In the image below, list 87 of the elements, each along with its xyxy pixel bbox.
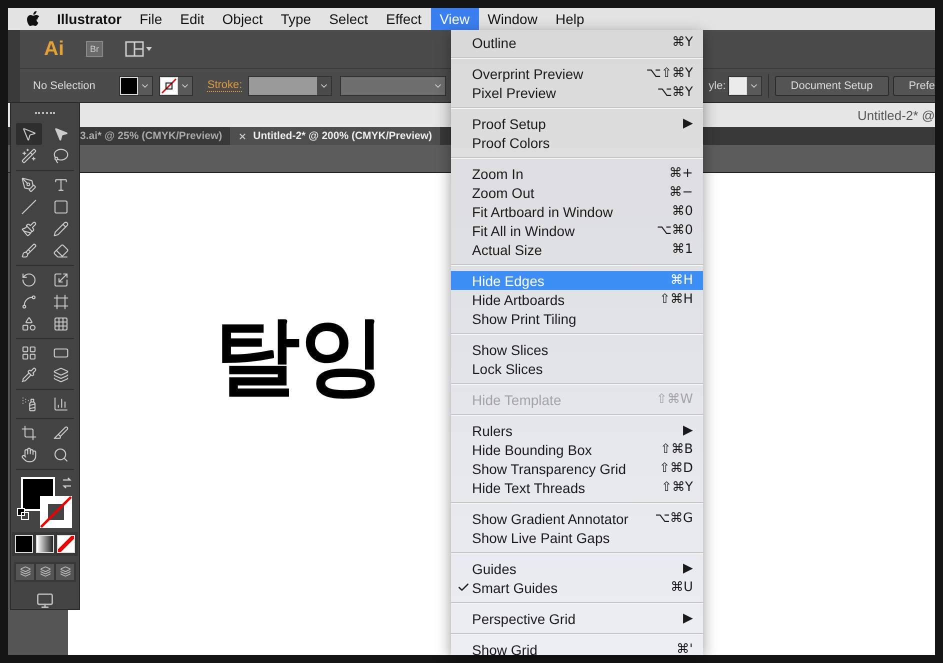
draw-inside-button[interactable]	[56, 564, 74, 580]
menu-item[interactable]: Show Transparency Grid ⇧⌘D	[451, 459, 703, 478]
slice-icon[interactable]	[53, 424, 69, 441]
menu-item[interactable]: Show Print Tiling	[451, 309, 703, 328]
color-mode-button[interactable]	[15, 534, 33, 553]
warp-icon[interactable]	[21, 294, 37, 310]
variable-width-field[interactable]	[340, 76, 446, 96]
menu-item[interactable]: Hide Bounding Box ⇧⌘B	[451, 440, 703, 459]
menu-bar-item[interactable]: View	[430, 8, 479, 30]
style-label: yle:	[708, 80, 726, 92]
menu-item[interactable]: Smart Guides ⌘U	[451, 578, 703, 597]
control-bar-button[interactable]: Prefe	[892, 76, 935, 96]
eyedropper-icon[interactable]	[21, 366, 37, 383]
menu-item[interactable]: Proof Setup ▶	[451, 114, 703, 133]
menu-item[interactable]: Fit All in Window ⌥⌘0	[451, 221, 703, 240]
menu-item[interactable]: Fit Artboard in Window ⌘0	[451, 202, 703, 221]
style-swatch[interactable]	[728, 76, 762, 96]
stroke-swatch[interactable]	[159, 76, 194, 96]
canvas-text: 탈잉	[214, 313, 386, 399]
pen-icon[interactable]	[21, 176, 37, 193]
menu-item[interactable]: Overprint Preview ⌥⇧⌘Y	[451, 64, 703, 83]
menu-item[interactable]: Proof Colors	[451, 133, 703, 152]
zoom-icon[interactable]	[53, 446, 69, 463]
document-title: Untitled-2* @	[857, 108, 935, 122]
stroke-color-swatch[interactable]	[39, 494, 73, 529]
hand-icon[interactable]	[21, 446, 37, 463]
paintbrush-icon[interactable]	[21, 220, 37, 237]
menu-item[interactable]: Rulers ▶	[451, 421, 703, 440]
menu-item[interactable]: Outline ⌘Y	[451, 33, 703, 52]
chart-icon[interactable]	[53, 396, 69, 412]
default-colors-icon[interactable]	[17, 508, 29, 520]
line-icon[interactable]	[21, 198, 37, 215]
rectangle-icon[interactable]	[53, 198, 69, 215]
scale-icon[interactable]	[53, 272, 69, 288]
menu-item[interactable]: Perspective Grid ▶	[451, 609, 703, 628]
menu-item[interactable]: Zoom In ⌘+	[451, 164, 703, 183]
artboard-icon[interactable]	[21, 424, 37, 441]
menu-item[interactable]: Pixel Preview ⌥⌘Y	[451, 83, 703, 102]
gradient-mode-button[interactable]	[36, 534, 54, 553]
eraser-icon[interactable]	[53, 242, 69, 259]
menu-item[interactable]: Guides ▶	[451, 559, 703, 578]
menu-bar-item[interactable]: Type	[272, 8, 320, 30]
menu-item[interactable]: Hide Artboards ⇧⌘H	[451, 290, 703, 309]
menu-item[interactable]: Show Gradient Annotator ⌥⌘G	[451, 509, 703, 528]
menu-item[interactable]: Hide Text Threads ⇧⌘Y	[451, 478, 703, 497]
menu-item[interactable]: Actual Size ⌘1	[451, 240, 703, 259]
control-bar-button[interactable]: Document Setup	[774, 76, 889, 96]
menu-bar-item[interactable]: Edit	[171, 8, 214, 30]
menu-item[interactable]: Zoom Out ⌘−	[451, 183, 703, 202]
menu-bar-item[interactable]: Object	[213, 8, 272, 30]
free-transform-icon[interactable]	[53, 294, 69, 310]
menu-item[interactable]: Lock Slices	[451, 359, 703, 378]
pencil-icon[interactable]	[53, 220, 69, 237]
draw-behind-button[interactable]	[36, 564, 54, 580]
apple-icon[interactable]	[26, 11, 40, 27]
blob-brush-icon[interactable]	[21, 242, 37, 259]
menu-bar-item[interactable]: Illustrator	[48, 8, 131, 30]
menu-item[interactable]: Show Slices	[451, 340, 703, 359]
perspective-grid-icon[interactable]	[53, 316, 69, 332]
menu-bar-item[interactable]: Effect	[377, 8, 431, 30]
menu-bar-item[interactable]: Help	[546, 8, 594, 30]
screen-mode-icon[interactable]	[35, 592, 55, 609]
app-logo: Ai	[44, 38, 64, 60]
direct-selection-icon[interactable]	[53, 126, 69, 142]
shape-builder-icon[interactable]	[21, 316, 37, 332]
mesh-icon[interactable]	[21, 344, 37, 361]
menu-item[interactable]: Show Grid ⌘'	[451, 640, 703, 655]
close-icon[interactable]	[238, 132, 248, 140]
stroke-weight-field[interactable]	[248, 76, 332, 96]
menu-bar-item[interactable]: Select	[320, 8, 378, 30]
menu-bar-item[interactable]: File	[130, 8, 172, 30]
blend-icon[interactable]	[53, 366, 69, 383]
draw-normal-button[interactable]	[16, 564, 34, 580]
menu-item[interactable]: Show Live Paint Gaps	[451, 528, 703, 547]
swap-arrows-icon[interactable]	[61, 476, 73, 489]
menu-bar-item[interactable]: Window	[478, 8, 546, 30]
selection-arrow-icon[interactable]	[21, 126, 37, 142]
document-tab[interactable]: Untitled-2* @ 200% (CMYK/Preview)	[230, 127, 440, 145]
none-mode-button[interactable]	[57, 534, 75, 553]
selection-status: No Selection	[33, 80, 96, 92]
magic-wand-icon[interactable]	[21, 148, 37, 164]
lasso-icon[interactable]	[53, 148, 69, 164]
text-tool-icon[interactable]	[53, 176, 69, 193]
rotate-icon[interactable]	[21, 272, 37, 288]
stroke-label[interactable]: Stroke:	[207, 79, 242, 92]
workspace-layout-icon[interactable]	[125, 41, 153, 57]
fill-swatch[interactable]	[119, 76, 154, 96]
